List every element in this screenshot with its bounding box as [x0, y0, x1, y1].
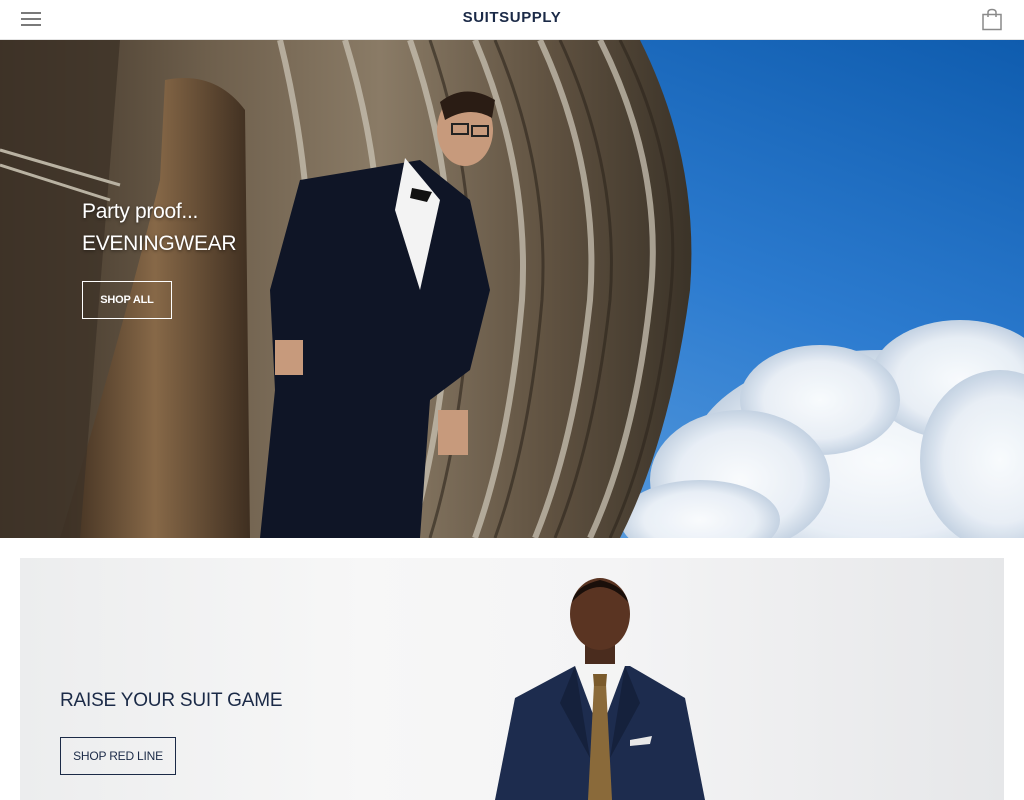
hamburger-menu-icon[interactable] — [21, 11, 41, 27]
shop-all-button[interactable]: SHOP ALL — [82, 281, 172, 319]
hero-banner[interactable]: Party proof... EVENINGWEAR SHOP ALL — [0, 40, 1024, 538]
shopping-bag-icon[interactable] — [981, 8, 1003, 31]
banner-title: RAISE YOUR SUIT GAME — [60, 690, 283, 711]
hero-title-line1: Party proof... — [82, 200, 199, 223]
logo-container: SUITSUPPLY — [0, 9, 1024, 26]
site-header: SUITSUPPLY — [0, 0, 1024, 40]
hero-title-line2: EVENINGWEAR — [82, 232, 237, 255]
clouds — [620, 320, 1024, 538]
banner-model-image — [495, 578, 705, 800]
red-line-banner[interactable]: RAISE YOUR SUIT GAME SHOP RED LINE — [20, 558, 1004, 800]
site-logo[interactable]: SUITSUPPLY — [463, 9, 562, 26]
shop-red-line-button[interactable]: SHOP RED LINE — [60, 737, 176, 775]
